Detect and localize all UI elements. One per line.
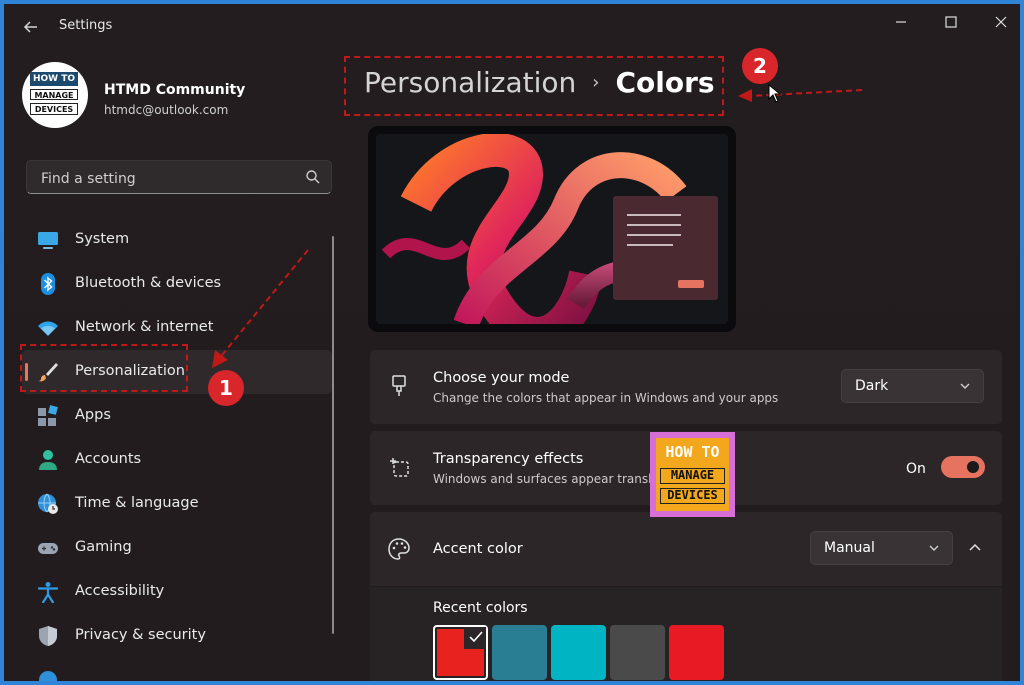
sidebar-item-label: System <box>75 231 130 247</box>
annotation-arrow-2 <box>738 89 863 102</box>
preview-line <box>627 234 681 236</box>
annotation-badge-1: 1 <box>208 370 244 406</box>
transparency-toggle[interactable] <box>941 456 985 478</box>
sidebar-item-label: Privacy & security <box>75 627 206 643</box>
accent-title: Accent color <box>433 541 523 557</box>
watermark-line2: MANAGE <box>660 468 725 484</box>
mode-dropdown-value: Dark <box>855 378 889 394</box>
color-swatch[interactable] <box>669 625 724 680</box>
accent-color-card[interactable]: Accent color Manual <box>370 512 1002 586</box>
transparency-subtitle: Windows and surfaces appear transl <box>433 472 652 486</box>
sidebar-item-gaming[interactable]: Gaming <box>22 526 332 570</box>
windows-update-icon <box>39 671 57 681</box>
wifi-icon <box>38 321 58 336</box>
mouse-cursor-icon <box>768 84 782 103</box>
system-icon <box>38 232 58 249</box>
avatar-logo-line2: MANAGE <box>30 89 78 100</box>
avatar: HOW TO MANAGE DEVICES <box>22 62 88 128</box>
sidebar-item-label: Gaming <box>75 539 132 555</box>
preview-line <box>627 224 681 226</box>
sidebar-item-label: Accessibility <box>75 583 165 599</box>
minimize-button[interactable] <box>880 8 922 36</box>
sidebar-item-label: Accounts <box>75 451 142 467</box>
sidebar-item-partial[interactable] <box>22 658 332 681</box>
paintbrush-mode-icon <box>392 375 406 396</box>
annotation-badge-2: 2 <box>742 48 778 84</box>
settings-window: Settings HOW TO MANAGE DEVICES HTMD Comm… <box>0 0 1024 685</box>
search-box[interactable] <box>26 160 332 194</box>
globe-clock-icon <box>38 493 58 514</box>
user-profile[interactable]: HOW TO MANAGE DEVICES HTMD Community htm… <box>22 62 342 134</box>
preview-accent-button <box>678 280 704 288</box>
title-bar: Settings <box>4 4 1020 50</box>
sidebar-scrollbar[interactable] <box>332 236 334 634</box>
sidebar-item-apps[interactable]: Apps <box>22 394 332 438</box>
close-button[interactable] <box>980 8 1020 36</box>
transparency-title: Transparency effects <box>433 451 584 467</box>
annotation-arrow-1 <box>212 249 309 368</box>
chevron-down-icon <box>960 383 970 389</box>
accent-dropdown-value: Manual <box>824 540 875 556</box>
mode-title: Choose your mode <box>433 370 570 386</box>
profile-email: htmdc@outlook.com <box>104 103 229 117</box>
sidebar-item-label: Time & language <box>75 495 199 511</box>
maximize-button[interactable] <box>930 8 972 36</box>
preview-line <box>627 214 681 216</box>
preview-wallpaper <box>376 134 728 324</box>
search-input[interactable] <box>39 168 293 190</box>
mode-dropdown[interactable]: Dark <box>841 369 984 403</box>
sidebar-item-label: Network & internet <box>75 319 214 335</box>
watermark-logo-inner: HOW TO MANAGE DEVICES <box>656 438 729 511</box>
apps-icon <box>38 405 58 426</box>
color-swatch-selected[interactable] <box>433 625 488 680</box>
color-swatch[interactable] <box>610 625 665 680</box>
chevron-up-icon[interactable] <box>967 540 983 556</box>
theme-preview <box>368 126 736 332</box>
palette-icon <box>388 538 410 560</box>
profile-name: HTMD Community <box>104 82 246 98</box>
choose-mode-card: Choose your mode Change the colors that … <box>370 350 1002 424</box>
back-arrow-icon[interactable] <box>20 16 42 38</box>
preview-window <box>613 196 718 300</box>
color-swatch[interactable] <box>551 625 606 680</box>
person-icon <box>39 450 57 470</box>
shield-icon <box>39 626 57 646</box>
toggle-knob <box>967 461 979 473</box>
watermark-logo: HOW TO MANAGE DEVICES <box>650 432 735 517</box>
watermark-line3: DEVICES <box>660 488 725 504</box>
sidebar-item-accounts[interactable]: Accounts <box>22 438 332 482</box>
sidebar-item-privacy-security[interactable]: Privacy & security <box>22 614 332 658</box>
annotation-box-breadcrumb <box>344 56 724 116</box>
sidebar-item-time-language[interactable]: Time & language <box>22 482 332 526</box>
accessibility-icon <box>37 582 59 603</box>
avatar-logo-line3: DEVICES <box>30 103 78 115</box>
sidebar-item-accessibility[interactable]: Accessibility <box>22 570 332 614</box>
chevron-down-icon <box>929 545 939 551</box>
annotation-box-personalization <box>20 344 188 392</box>
mode-subtitle: Change the colors that appear in Windows… <box>433 391 779 405</box>
watermark-line1: HOW TO <box>665 443 720 461</box>
bluetooth-icon <box>41 273 55 295</box>
sidebar-item-label: Bluetooth & devices <box>75 275 222 291</box>
gamepad-icon <box>38 543 58 554</box>
sidebar-item-label: Apps <box>75 407 111 423</box>
search-icon[interactable] <box>305 169 321 185</box>
accent-dropdown[interactable]: Manual <box>810 531 953 565</box>
preview-line <box>627 244 673 246</box>
checkmark-icon <box>469 631 483 643</box>
transparency-icon <box>390 458 409 477</box>
recent-colors-title: Recent colors <box>433 600 528 616</box>
app-title: Settings <box>59 18 113 33</box>
avatar-logo-line1: HOW TO <box>30 72 78 86</box>
color-swatch[interactable] <box>492 625 547 680</box>
transparency-state-label: On <box>906 461 926 477</box>
